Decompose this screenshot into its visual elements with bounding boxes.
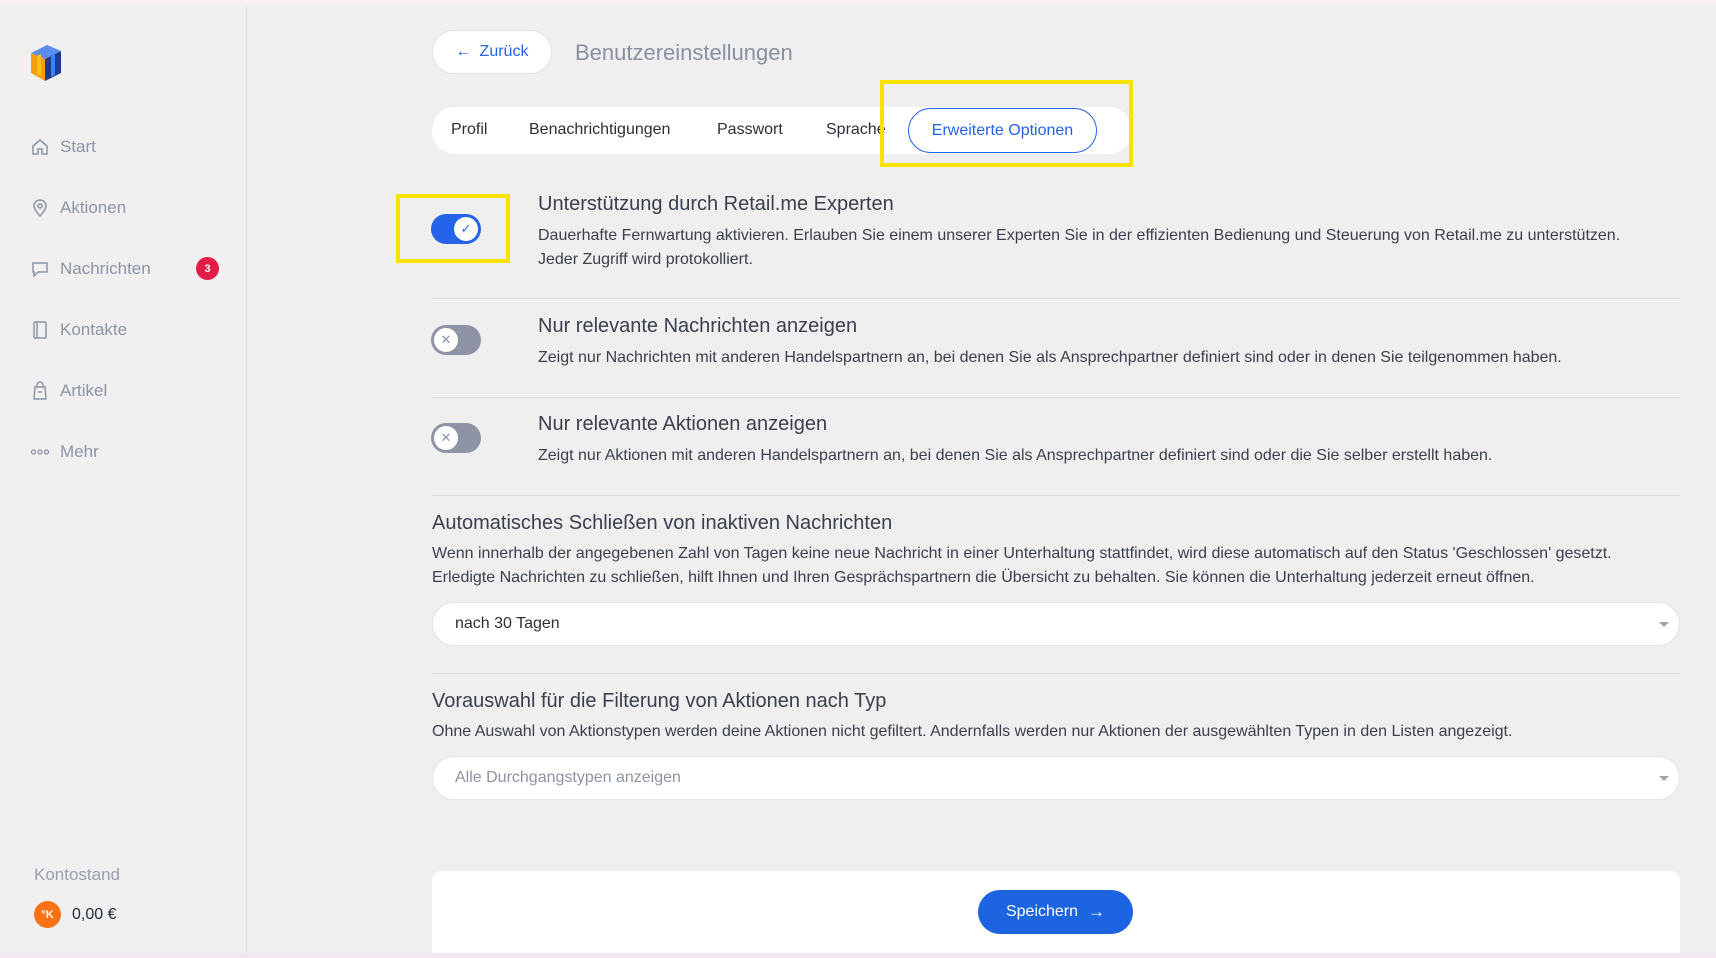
select-value: nach 30 Tagen bbox=[455, 615, 560, 632]
autoclose-select[interactable]: nach 30 Tagen bbox=[432, 602, 1680, 646]
home-icon bbox=[32, 139, 48, 155]
sidebar: Start Aktionen Nachrichten 3 Kontakte Ar… bbox=[0, 5, 247, 953]
sidebar-item-label: Mehr bbox=[60, 442, 99, 461]
bottom-border bbox=[0, 953, 1716, 958]
divider bbox=[432, 298, 1680, 299]
save-button-label: Speichern bbox=[1005, 903, 1079, 920]
tab-profil[interactable]: Profil bbox=[451, 121, 487, 139]
sidebar-item-label: Aktionen bbox=[60, 198, 127, 217]
option-description: Zeigt nur Aktionen mit anderen Handelspa… bbox=[538, 447, 1493, 464]
sidebar-item-nachrichten[interactable]: Nachrichten bbox=[30, 255, 151, 283]
divider bbox=[432, 673, 1680, 674]
coin-icon: °K bbox=[34, 901, 61, 928]
back-button[interactable]: ← Zurück bbox=[432, 30, 552, 74]
x-icon: ✕ bbox=[434, 426, 458, 450]
location-pin-icon bbox=[33, 199, 47, 218]
tab-passwort[interactable]: Passwort bbox=[717, 121, 783, 139]
highlight-frame bbox=[880, 80, 1133, 167]
more-dots-icon bbox=[30, 449, 50, 455]
section-title: Vorauswahl für die Filterung von Aktione… bbox=[432, 690, 887, 712]
caret-down-icon bbox=[1659, 622, 1669, 627]
sidebar-item-label: Start bbox=[60, 137, 96, 156]
tab-sprache[interactable]: Sprache bbox=[826, 121, 886, 139]
top-border bbox=[0, 0, 1716, 5]
sidebar-item-start[interactable]: Start bbox=[30, 133, 96, 161]
option-description: Dauerhafte Fernwartung aktivieren. Erlau… bbox=[538, 227, 1621, 244]
option-title: Nur relevante Nachrichten anzeigen bbox=[538, 315, 858, 337]
highlight-frame bbox=[396, 194, 510, 263]
option-title: Unterstützung durch Retail.me Experten bbox=[538, 193, 894, 215]
sidebar-item-mehr[interactable]: Mehr bbox=[30, 438, 99, 466]
tab-benachrichtigungen[interactable]: Benachrichtigungen bbox=[529, 121, 670, 139]
shopping-bag-icon bbox=[33, 381, 47, 400]
section-title: Automatisches Schließen von inaktiven Na… bbox=[432, 512, 893, 534]
sidebar-item-label: Kontakte bbox=[60, 320, 128, 339]
sidebar-item-kontakte[interactable]: Kontakte bbox=[30, 316, 127, 344]
unread-badge: 3 bbox=[196, 257, 219, 280]
select-placeholder: Alle Durchgangstypen anzeigen bbox=[455, 769, 681, 786]
page-title: Benutzereinstellungen bbox=[575, 40, 793, 65]
chat-icon bbox=[32, 262, 48, 278]
address-book-icon bbox=[33, 321, 47, 339]
divider bbox=[432, 397, 1680, 398]
section-description: Erledigte Nachrichten zu schließen, hilf… bbox=[432, 569, 1535, 586]
arrow-right-icon: → bbox=[1088, 902, 1106, 921]
sidebar-item-aktionen[interactable]: Aktionen bbox=[30, 194, 126, 222]
balance-label: Kontostand bbox=[34, 865, 121, 884]
section-description: Wenn innerhalb der angegebenen Zahl von … bbox=[432, 545, 1612, 562]
sidebar-item-label: Artikel bbox=[60, 381, 108, 400]
save-button[interactable]: Speichern → bbox=[978, 890, 1133, 934]
back-button-label: Zurück bbox=[479, 43, 529, 60]
arrow-left-icon: ← bbox=[455, 43, 472, 60]
section-description: Ohne Auswahl von Aktionstypen werden dei… bbox=[432, 723, 1513, 740]
toggle-relevant-messages[interactable]: ✕ bbox=[431, 325, 481, 355]
toggle-relevant-actions[interactable]: ✕ bbox=[431, 423, 481, 453]
x-icon: ✕ bbox=[434, 328, 458, 352]
balance-value: 0,00 € bbox=[72, 905, 117, 923]
divider bbox=[432, 495, 1680, 496]
app-logo-icon[interactable] bbox=[27, 43, 65, 83]
caret-down-icon bbox=[1659, 776, 1669, 781]
option-description: Jeder Zugriff wird protokolliert. bbox=[538, 251, 753, 268]
balance[interactable]: °K 0,00 € bbox=[34, 901, 116, 928]
action-type-select[interactable]: Alle Durchgangstypen anzeigen bbox=[432, 756, 1680, 800]
sidebar-item-label: Nachrichten bbox=[60, 259, 151, 278]
sidebar-item-artikel[interactable]: Artikel bbox=[30, 377, 107, 405]
option-description: Zeigt nur Nachrichten mit anderen Handel… bbox=[538, 349, 1562, 366]
option-title: Nur relevante Aktionen anzeigen bbox=[538, 413, 828, 435]
